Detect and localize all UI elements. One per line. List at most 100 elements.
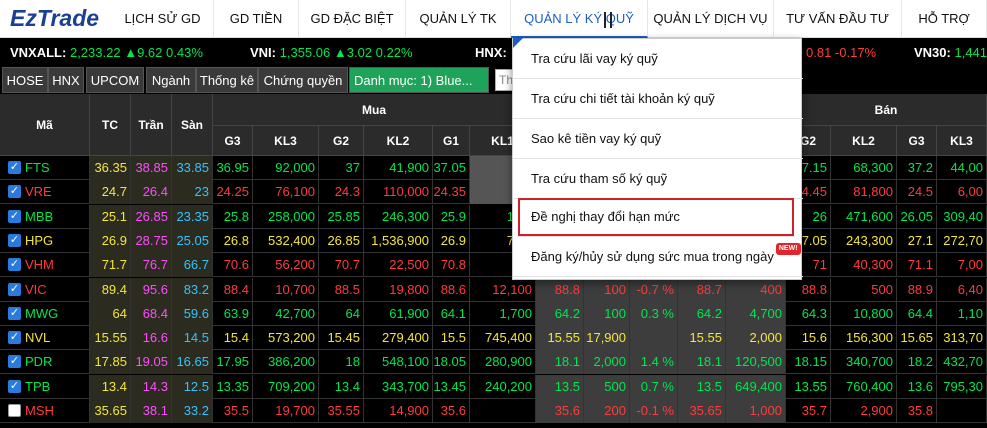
- logo[interactable]: EzTrade: [0, 5, 112, 32]
- tab-nganh[interactable]: Ngành: [146, 67, 196, 93]
- row-checkbox[interactable]: ✓: [8, 209, 21, 223]
- cell-c5: 400: [726, 277, 786, 302]
- row-checkbox[interactable]: [8, 404, 21, 417]
- text-cursor-icon: [604, 12, 612, 28]
- nav-lich-su-gd[interactable]: LỊCH SỬ GD: [112, 0, 214, 38]
- nav-quan-ly-tk[interactable]: QUẢN LÝ TK: [406, 0, 511, 38]
- cell-tran: 26.85: [131, 204, 172, 229]
- row-symbol[interactable]: VRE: [25, 184, 52, 199]
- index-bar: VNXALL: 2,233.22 ▲9.62 0.43% VNI: 1,355.…: [0, 38, 987, 66]
- menu-tra-cuu-tham-so[interactable]: Tra cứu tham số ký quỹ: [513, 159, 803, 199]
- nav-quan-ly-ky-quy[interactable]: QUẢN LÝ KÝ QUỸ: [511, 0, 648, 38]
- cell-g2: 64: [319, 301, 364, 326]
- cell-g2: 25.85: [319, 204, 364, 229]
- table-row[interactable]: ✓ MWG 64 68.4 59.6 63.9 42,700 64 61,900 64.1 1,70…: [0, 301, 987, 326]
- cell-tc: 15.55: [90, 326, 131, 351]
- cell-tran: 76.7: [131, 253, 172, 278]
- row-symbol[interactable]: HPG: [25, 233, 53, 248]
- cell-symbol[interactable]: ✓ NVL: [0, 326, 90, 351]
- cell-g2: 35.55: [319, 399, 364, 423]
- index-vnxall-name: VNXALL:: [10, 45, 67, 60]
- table-row[interactable]: ✓ VHM 71.7 76.7 66.7 70.6 56,200 70.7 22,500 70.8…: [0, 253, 987, 278]
- nav-quan-ly-dich-vu[interactable]: QUẢN LÝ DỊCH VỤ: [648, 0, 774, 38]
- ky-quy-dropdown-menu: Tra cứu lãi vay ký quỹ Tra cứu chi tiết t…: [512, 38, 803, 280]
- cell-g3: 63.9: [213, 301, 253, 326]
- row-symbol[interactable]: MWG: [25, 306, 58, 321]
- cell-symbol[interactable]: ✓ MWG: [0, 301, 90, 326]
- cell-symbol[interactable]: ✓ PDR: [0, 350, 90, 375]
- up-arrow-icon: ▲: [333, 45, 347, 60]
- cell-g2: 15.45: [319, 326, 364, 351]
- row-checkbox[interactable]: ✓: [8, 379, 21, 393]
- table-row[interactable]: MSH 35.65 38.1 33.2 35.5 19,700 35.55 14,900 35.…: [0, 399, 987, 423]
- cell-symbol[interactable]: ✓ HPG: [0, 228, 90, 253]
- tab-danh-muc[interactable]: Danh mục: 1) Blue...: [349, 67, 489, 93]
- cell-symbol[interactable]: MSH: [0, 399, 90, 423]
- cell-g2: 26.85: [319, 228, 364, 253]
- tab-upcom[interactable]: UPCOM: [86, 67, 144, 93]
- row-symbol[interactable]: MSH: [25, 403, 54, 418]
- row-checkbox[interactable]: ✓: [8, 258, 21, 272]
- row-symbol[interactable]: TPB: [25, 379, 50, 394]
- menu-de-nghi-thay-doi-han-muc[interactable]: Đề nghị thay đổi hạn mức: [517, 197, 795, 237]
- menu-item-label: Sao kê tiền vay ký quỹ: [531, 131, 662, 146]
- row-checkbox[interactable]: ✓: [8, 331, 21, 345]
- table-row[interactable]: ✓ VIC 89.4 95.6 83.2 88.4 10,700 88.5 19,800 88.6…: [0, 277, 987, 302]
- cell-g2: 70.7: [319, 253, 364, 278]
- menu-tra-cuu-chi-tiet-tk[interactable]: Tra cứu chi tiết tài khoản ký quỹ: [513, 79, 803, 119]
- cell-g3: 88.4: [213, 277, 253, 302]
- row-checkbox[interactable]: ✓: [8, 161, 21, 174]
- row-symbol[interactable]: VIC: [25, 282, 47, 297]
- cell-tc: 64: [90, 301, 131, 326]
- table-row[interactable]: ✓ PDR 17.85 19.05 16.65 17.95 386,200 18 548,100…: [0, 350, 987, 375]
- tab-hose[interactable]: HOSE: [2, 67, 48, 93]
- cell-symbol[interactable]: ✓ MBB: [0, 204, 90, 229]
- row-symbol[interactable]: NVL: [25, 330, 50, 345]
- cell-symbol[interactable]: ✓ VIC: [0, 277, 90, 302]
- menu-sao-ke-tien-vay[interactable]: Sao kê tiền vay ký quỹ: [513, 119, 803, 159]
- cell-kl2: 61,900: [364, 301, 433, 326]
- nav-gd-dac-biet[interactable]: GD ĐẶC BIỆT: [299, 0, 406, 38]
- menu-tra-cuu-lai-vay[interactable]: Tra cứu lãi vay ký quỹ: [513, 39, 803, 79]
- cell-tran: 28.75: [131, 228, 172, 253]
- cell-san: 14.5: [172, 326, 213, 351]
- cell-symbol[interactable]: ✓ TPB: [0, 374, 90, 399]
- cell-symbol[interactable]: ✓ VHM: [0, 253, 90, 278]
- nav-tu-van-dau-tu[interactable]: TƯ VẤN ĐẦU TƯ: [774, 0, 902, 38]
- row-checkbox[interactable]: ✓: [8, 355, 21, 369]
- row-symbol[interactable]: PDR: [25, 354, 52, 369]
- tab-thong-ke[interactable]: Thống kê: [196, 67, 258, 93]
- nav-gd-tien[interactable]: GD TIỀN: [214, 0, 299, 38]
- cell-san: 23.35: [172, 204, 213, 229]
- cell-kl1: 1,700: [470, 301, 536, 326]
- cell-c1: 18.1: [536, 350, 584, 375]
- col-header-g3: G3: [213, 126, 253, 156]
- table-row[interactable]: ✓ NVL 15.55 16.6 14.5 15.4 573,200 15.45 279,400…: [0, 326, 987, 351]
- tab-hnx[interactable]: HNX: [48, 67, 84, 93]
- row-checkbox[interactable]: ✓: [8, 185, 21, 199]
- nav-ho-tro[interactable]: HỖ TRỢ: [902, 0, 987, 38]
- cell-symbol[interactable]: ✓ VRE: [0, 180, 90, 205]
- index-partial-change: 0.81 -0.17%: [806, 45, 877, 60]
- table-row[interactable]: ✓ TPB 13.4 14.3 12.5 13.35 709,200 13.4 343,700 1…: [0, 374, 987, 399]
- row-symbol[interactable]: VHM: [25, 257, 54, 272]
- row-checkbox[interactable]: ✓: [8, 306, 21, 320]
- cell-symbol[interactable]: ✓ FTS: [0, 156, 90, 180]
- cell-c5: 4,700: [726, 301, 786, 326]
- tab-chung-quyen[interactable]: Chứng quyền: [258, 67, 348, 93]
- table-row[interactable]: ✓ MBB 25.1 26.85 23.35 25.8 258,000 25.85 246,30…: [0, 204, 987, 229]
- table-row[interactable]: ✓ VRE 24.7 26.4 23 24.25 76,100 24.3 110,000 24.3…: [0, 180, 987, 205]
- row-checkbox[interactable]: ✓: [8, 282, 21, 296]
- row-symbol[interactable]: MBB: [25, 209, 53, 224]
- table-row[interactable]: ✓ FTS 36.35 38.85 33.85 36.95 92,000 37 41,900 37…: [0, 156, 987, 180]
- row-symbol[interactable]: FTS: [25, 160, 50, 175]
- index-vn30: VN30: 1,441: [914, 45, 987, 60]
- col-header-kl2: KL2: [364, 126, 433, 156]
- table-row[interactable]: ✓ HPG 26.9 28.75 25.05 26.8 532,400 26.85 1,536,…: [0, 228, 987, 253]
- row-checkbox[interactable]: ✓: [8, 233, 21, 247]
- menu-dang-ky-huy-suc-mua[interactable]: Đăng ký/hủy sử dụng sức mua trong ngàyNE…: [513, 237, 803, 277]
- logo-part1: Ez: [10, 5, 37, 31]
- cell-c1: 35.6: [536, 399, 584, 423]
- cell-c4: 18.1: [678, 350, 726, 375]
- menu-item-label: Đề nghị thay đổi hạn mức: [531, 209, 680, 224]
